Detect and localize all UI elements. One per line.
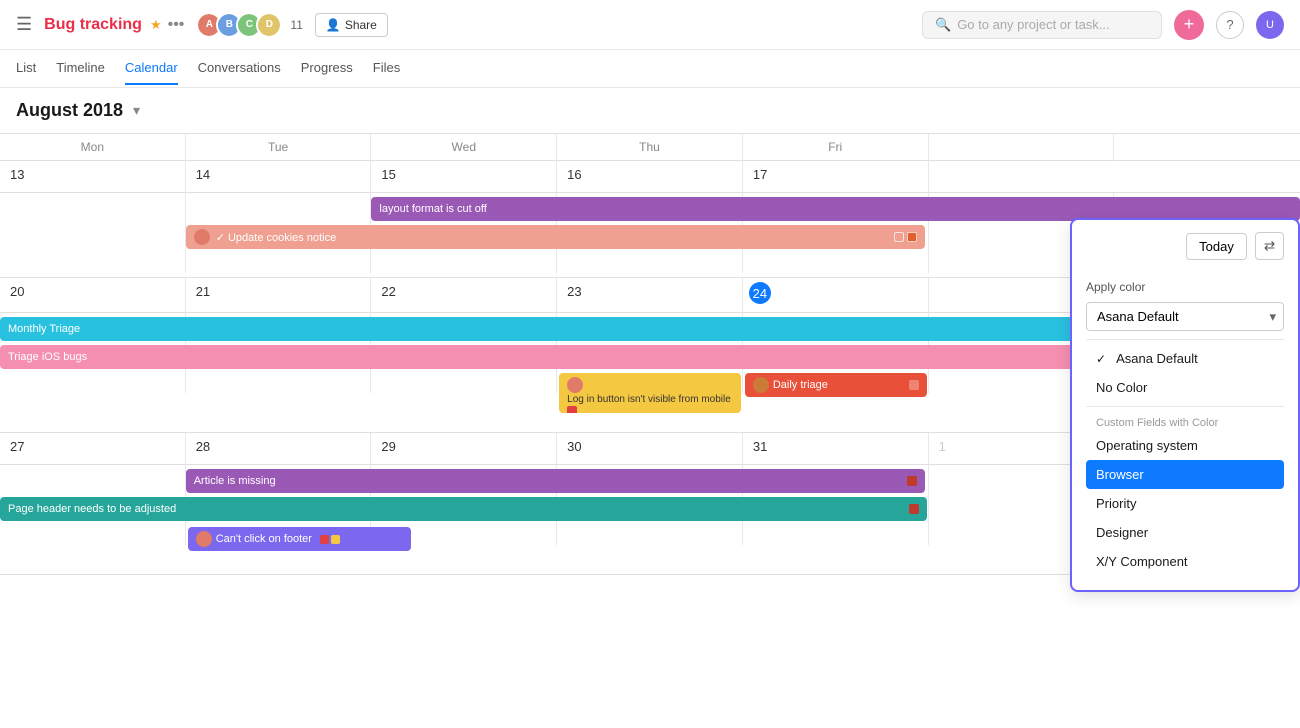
event-login-btn[interactable]: Log in button isn't visible from mobile bbox=[559, 373, 741, 413]
topbar-right: 🔍 Go to any project or task... + ? U bbox=[922, 10, 1284, 40]
date-28: 28 bbox=[186, 433, 372, 465]
avatar: D bbox=[256, 12, 282, 38]
panel-top: Today ⇄ bbox=[1072, 220, 1298, 272]
project-title: Bug tracking bbox=[44, 16, 142, 34]
event-avatar-daily bbox=[753, 377, 769, 393]
event-tag-yellow bbox=[331, 535, 340, 544]
color-select-wrapper[interactable]: Asana Default ▾ bbox=[1086, 302, 1284, 331]
dropdown-item-xy-component[interactable]: X/Y Component bbox=[1086, 547, 1284, 576]
event-checkbox1[interactable] bbox=[894, 232, 904, 242]
event-daily-triage[interactable]: Daily triage bbox=[745, 373, 927, 397]
topbar: ☰ Bug tracking ★ ••• A B C D 11 👤 Share … bbox=[0, 0, 1300, 50]
event-triage-ios[interactable]: Triage iOS bugs bbox=[0, 345, 1114, 369]
date-23: 23 bbox=[557, 278, 743, 313]
col-mon1 bbox=[0, 193, 186, 273]
date-14: 14 bbox=[186, 161, 372, 193]
month-chevron-down[interactable]: ▾ bbox=[133, 102, 140, 119]
event-tag-header bbox=[909, 504, 919, 514]
event-checkbox2[interactable] bbox=[907, 232, 917, 242]
date-16: 16 bbox=[557, 161, 743, 193]
event-article-missing[interactable]: Article is missing bbox=[186, 469, 925, 493]
custom-fields-label: Custom Fields with Color bbox=[1086, 411, 1284, 431]
event-avatar bbox=[194, 229, 210, 245]
calendar-header: August 2018 ▾ bbox=[0, 88, 1300, 133]
date-29: 29 bbox=[371, 433, 557, 465]
date-30: 30 bbox=[557, 433, 743, 465]
search-bar[interactable]: 🔍 Go to any project or task... bbox=[922, 11, 1162, 39]
share-icon: 👤 bbox=[326, 18, 341, 32]
divider2 bbox=[1086, 406, 1284, 407]
day-header-wed: Wed bbox=[371, 134, 557, 161]
event-tag-red bbox=[320, 535, 329, 544]
date-18 bbox=[929, 161, 1115, 193]
dropdown-item-priority[interactable]: Priority bbox=[1086, 489, 1284, 518]
dropdown-item-operating-system[interactable]: Operating system bbox=[1086, 431, 1284, 460]
day-header-sat bbox=[929, 134, 1115, 161]
tab-progress[interactable]: Progress bbox=[301, 52, 353, 85]
star-icon[interactable]: ★ bbox=[150, 17, 162, 33]
day-header-sun bbox=[1114, 134, 1300, 161]
dropdown-item-no-color[interactable]: No Color bbox=[1086, 373, 1284, 402]
panel-body: Apply color Asana Default ▾ Asana Defaul… bbox=[1072, 272, 1298, 590]
user-avatar[interactable]: U bbox=[1256, 11, 1284, 39]
color-dropdown-panel: Today ⇄ Apply color Asana Default ▾ Asan… bbox=[1070, 218, 1300, 592]
add-button[interactable]: + bbox=[1174, 10, 1204, 40]
tab-timeline[interactable]: Timeline bbox=[56, 52, 105, 85]
event-update-cookies[interactable]: ✓ Update cookies notice bbox=[186, 225, 925, 249]
week1-dates: 13 14 15 16 17 bbox=[0, 161, 1300, 193]
share-button[interactable]: 👤 Share bbox=[315, 13, 388, 37]
day-header-thu: Thu bbox=[557, 134, 743, 161]
date-15: 15 bbox=[371, 161, 557, 193]
tab-list[interactable]: List bbox=[16, 52, 36, 85]
help-button[interactable]: ? bbox=[1216, 11, 1244, 39]
tab-conversations[interactable]: Conversations bbox=[198, 52, 281, 85]
date-17: 17 bbox=[743, 161, 929, 193]
avatar-group: A B C D bbox=[196, 12, 282, 38]
day-headers: Mon Tue Wed Thu Fri bbox=[0, 133, 1300, 161]
nav-tabs: List Timeline Calendar Conversations Pro… bbox=[0, 50, 1300, 88]
day-header-tue: Tue bbox=[186, 134, 372, 161]
date-13: 13 bbox=[0, 161, 186, 193]
month-title: August 2018 bbox=[16, 100, 123, 121]
event-avatar-footer bbox=[196, 531, 212, 547]
filter-icon: ⇄ bbox=[1264, 238, 1275, 253]
event-page-header[interactable]: Page header needs to be adjusted bbox=[0, 497, 927, 521]
event-tag-article bbox=[907, 476, 917, 486]
day-header-mon: Mon bbox=[0, 134, 186, 161]
date-22: 22 bbox=[371, 278, 557, 313]
tab-files[interactable]: Files bbox=[373, 52, 400, 85]
event-cant-click[interactable]: Can't click on footer bbox=[188, 527, 411, 551]
event-tag-login bbox=[567, 406, 577, 413]
date-24: 24 bbox=[743, 278, 929, 313]
apply-color-label: Apply color bbox=[1086, 280, 1284, 294]
date-19 bbox=[1114, 161, 1300, 193]
dropdown-item-browser[interactable]: Browser bbox=[1086, 460, 1284, 489]
calendar-wrapper: Mon Tue Wed Thu Fri 13 14 15 16 17 layou… bbox=[0, 133, 1300, 575]
day-header-fri: Fri bbox=[743, 134, 929, 161]
today-button[interactable]: Today bbox=[1186, 233, 1247, 260]
filter-button[interactable]: ⇄ bbox=[1255, 232, 1284, 260]
date-27: 27 bbox=[0, 433, 186, 465]
date-20: 20 bbox=[0, 278, 186, 313]
date-21: 21 bbox=[186, 278, 372, 313]
hamburger-icon[interactable]: ☰ bbox=[16, 14, 32, 35]
event-tag-daily bbox=[909, 380, 919, 390]
dropdown-item-asana-default[interactable]: Asana Default bbox=[1086, 344, 1284, 373]
search-icon: 🔍 bbox=[935, 17, 951, 33]
event-monthly-triage[interactable]: Monthly Triage bbox=[0, 317, 1114, 341]
color-select[interactable]: Asana Default bbox=[1086, 302, 1284, 331]
member-count: 11 bbox=[290, 18, 302, 32]
more-options-icon[interactable]: ••• bbox=[168, 16, 185, 34]
dropdown-item-designer[interactable]: Designer bbox=[1086, 518, 1284, 547]
tab-calendar[interactable]: Calendar bbox=[125, 52, 178, 85]
divider bbox=[1086, 339, 1284, 340]
event-avatar-login bbox=[567, 377, 583, 393]
date-31: 31 bbox=[743, 433, 929, 465]
